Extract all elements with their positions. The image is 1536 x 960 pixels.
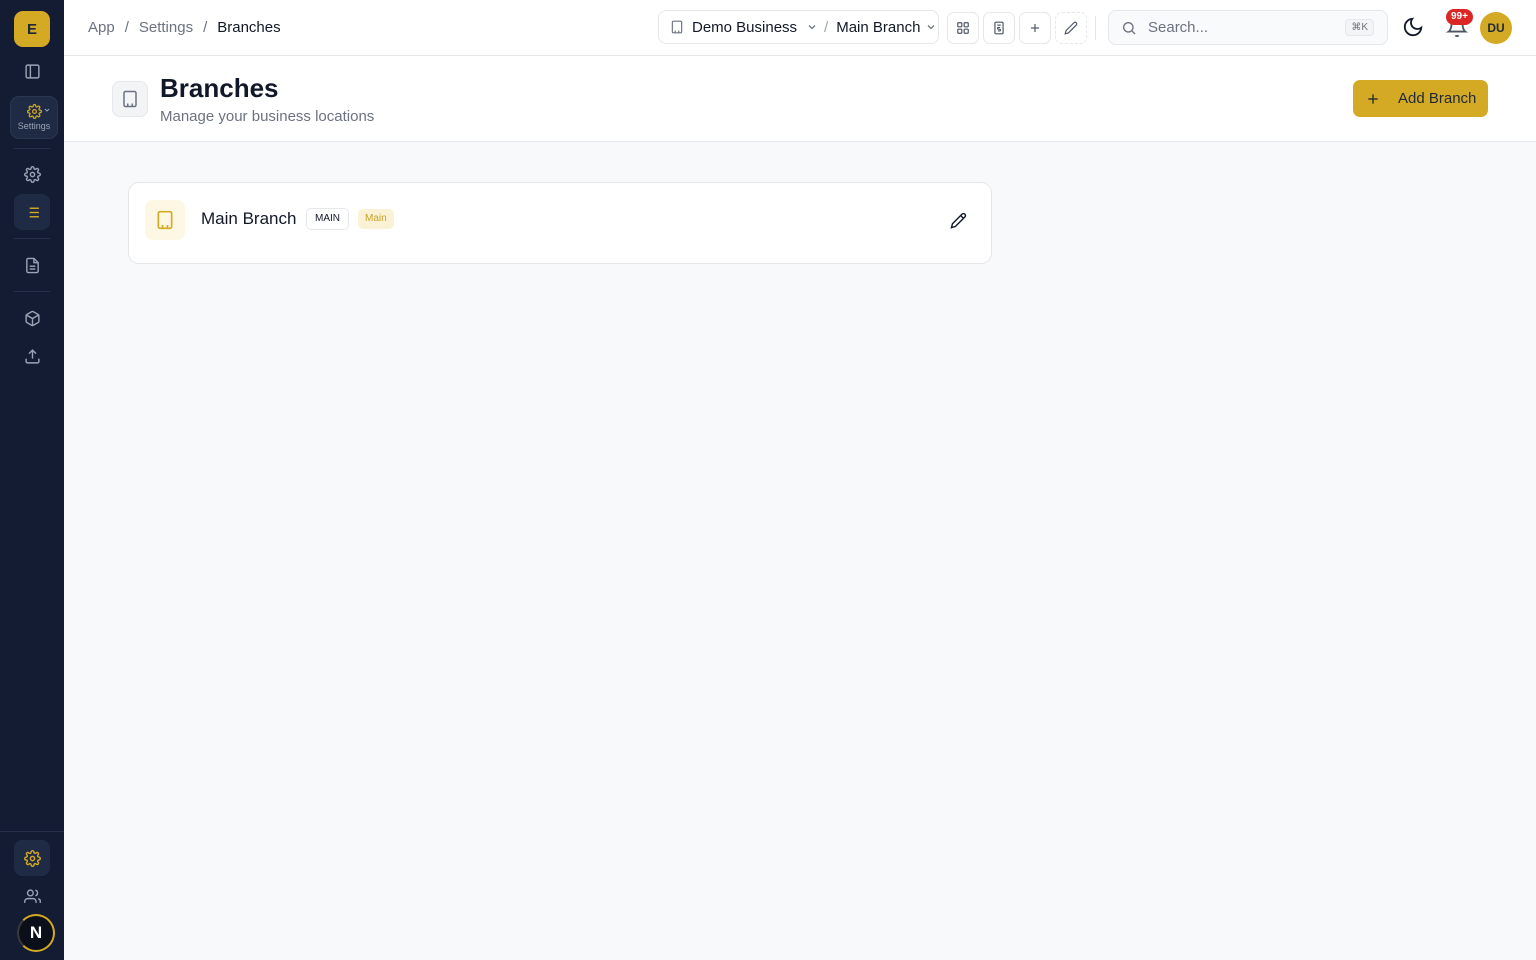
sidebar-item-branches[interactable] (14, 194, 50, 230)
sidebar-item-settings[interactable] (14, 156, 50, 192)
apps-grid-button[interactable] (947, 12, 979, 44)
file-text-icon (25, 257, 39, 273)
add-branch-button[interactable]: Add Branch (1353, 80, 1488, 117)
pencil-icon (1064, 21, 1078, 35)
moon-icon[interactable] (1402, 16, 1424, 38)
upload-icon (24, 348, 40, 364)
branch-name: Main Branch (836, 18, 921, 36)
page-header: Branches Manage your business locations … (64, 56, 1536, 142)
receipt-icon (994, 21, 1004, 35)
chevron-down-icon (44, 108, 50, 112)
customize-toolbar-button[interactable] (1055, 12, 1087, 44)
sidebar-item-users[interactable] (14, 878, 50, 914)
gear-icon (23, 849, 41, 867)
panel-left-icon (24, 63, 40, 79)
user-avatar[interactable]: DU (1480, 12, 1512, 44)
business-name: Demo Business (692, 18, 798, 36)
list-icon (25, 207, 39, 217)
toggle-sidebar-button[interactable] (14, 53, 50, 89)
sidebar-divider (14, 238, 50, 239)
module-label: Settings (17, 121, 51, 131)
grid-icon (957, 22, 969, 34)
chevron-down-icon (927, 25, 935, 30)
search-input[interactable]: Search... ⌘K (1108, 10, 1388, 45)
toolbar-divider (1095, 16, 1096, 40)
sidebar: E Settings N (0, 0, 64, 960)
sidebar-divider (14, 148, 50, 149)
invoice-button[interactable] (983, 12, 1015, 44)
edit-branch-button[interactable] (944, 206, 972, 234)
branch-name: Main Branch (201, 209, 297, 228)
page-title: Branches (160, 73, 279, 103)
chevron-down-icon (808, 25, 816, 30)
app-logo[interactable]: E (14, 11, 50, 47)
package-icon (24, 310, 40, 326)
notification-badge: 99+ (1446, 9, 1473, 25)
users-icon (23, 888, 41, 903)
branch-card[interactable]: Main Branch MAIN Main (128, 182, 992, 264)
sidebar-divider (14, 291, 50, 292)
search-placeholder: Search... (1148, 19, 1209, 36)
quick-add-button[interactable] (1019, 12, 1051, 44)
business-branch-switcher[interactable]: Demo Business / Main Branch (658, 10, 939, 44)
module-switcher[interactable]: Settings (10, 96, 58, 139)
sidebar-divider (0, 831, 64, 832)
breadcrumb: App / Settings / Branches (88, 19, 281, 36)
gear-icon (23, 165, 41, 183)
branch-code-badge: MAIN (306, 208, 349, 230)
breadcrumb-app[interactable]: App (88, 19, 115, 36)
breadcrumb-separator: / (203, 19, 208, 36)
search-shortcut: ⌘K (1345, 19, 1374, 36)
building-icon (671, 20, 683, 34)
sidebar-item-system-settings[interactable] (14, 840, 50, 876)
sidebar-item-upload[interactable] (14, 338, 50, 374)
page-subtitle: Manage your business locations (160, 108, 375, 125)
sidebar-item-documents[interactable] (14, 247, 50, 283)
breadcrumb-current: Branches (217, 19, 281, 36)
switcher-separator: / (824, 18, 829, 36)
plus-icon (1368, 93, 1378, 104)
plus-icon (1030, 23, 1040, 33)
gear-icon (26, 104, 42, 119)
user-avatar[interactable]: N (17, 914, 55, 952)
main-branch-badge: Main (358, 209, 394, 229)
sidebar-item-products[interactable] (14, 300, 50, 336)
add-branch-label: Add Branch (1398, 90, 1477, 107)
building-icon (112, 81, 148, 117)
topbar: App / Settings / Branches Demo Business … (64, 0, 1536, 56)
breadcrumb-separator: / (124, 19, 129, 36)
building-icon (145, 200, 185, 240)
pencil-icon (949, 212, 966, 229)
search-icon (1123, 21, 1136, 34)
breadcrumb-settings[interactable]: Settings (139, 19, 193, 36)
